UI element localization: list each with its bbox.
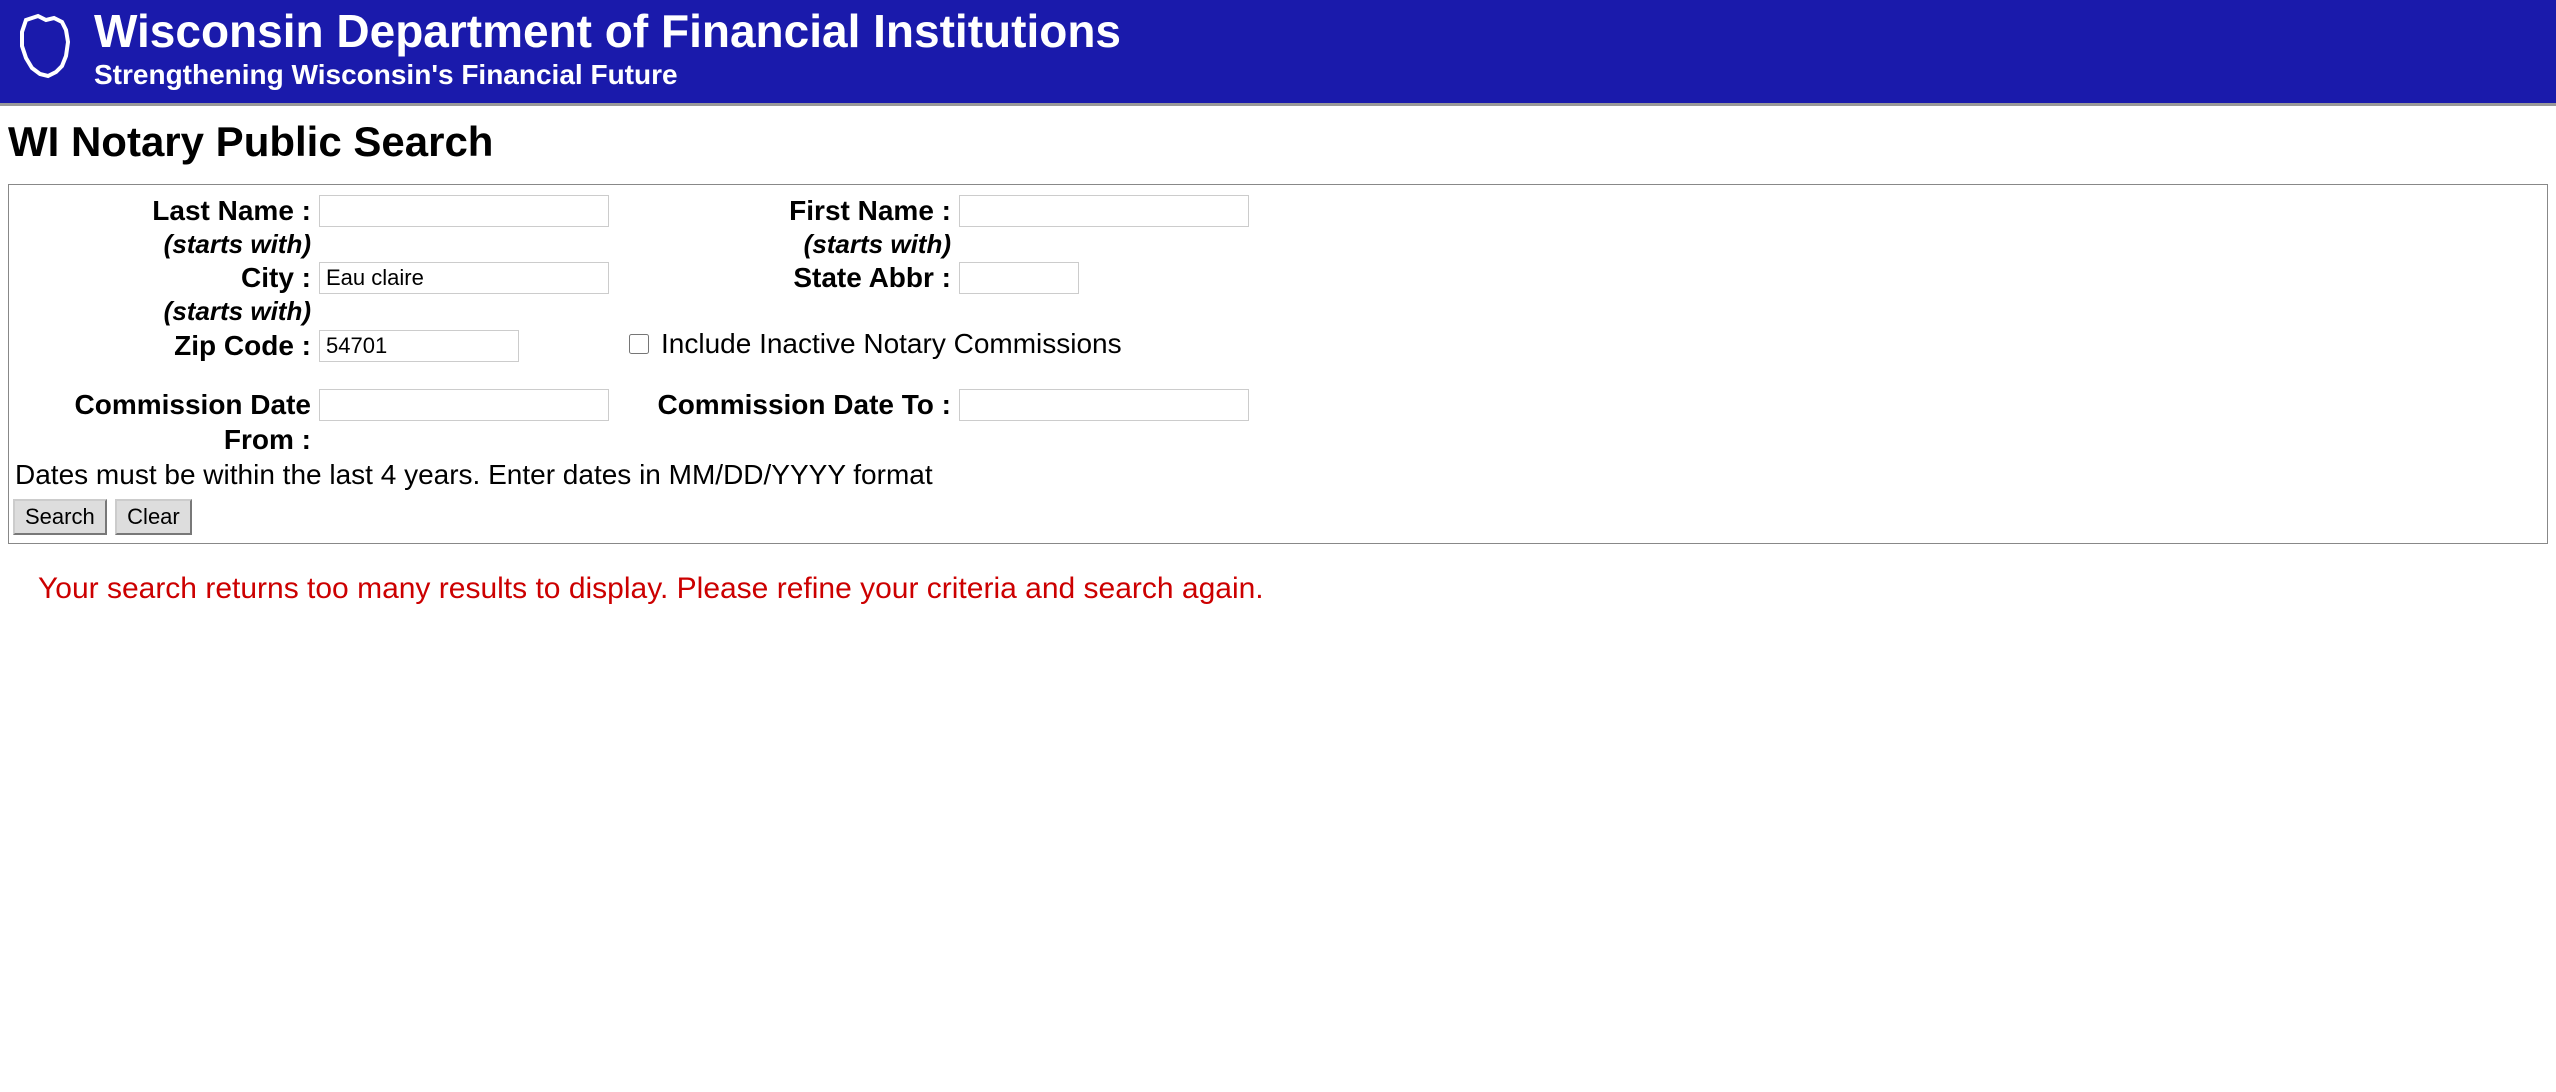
site-subtitle: Strengthening Wisconsin's Financial Futu… [94, 59, 1121, 91]
state-label: State Abbr : [619, 260, 959, 295]
city-label: City : (starts with) [9, 260, 319, 328]
include-inactive-label: Include Inactive Notary Commissions [661, 328, 1122, 360]
last-name-label: Last Name : (starts with) [9, 193, 319, 261]
page-title: WI Notary Public Search [8, 118, 2556, 166]
search-form: Last Name : (starts with) First Name : (… [8, 184, 2548, 544]
first-name-input[interactable] [959, 195, 1249, 227]
search-button[interactable]: Search [13, 499, 107, 535]
site-header: Wisconsin Department of Financial Instit… [0, 0, 2556, 106]
first-name-label: First Name : (starts with) [619, 193, 959, 261]
state-input[interactable] [959, 262, 1079, 294]
date-from-label: Commission Date From : [9, 387, 319, 457]
zip-input[interactable] [319, 330, 519, 362]
clear-button[interactable]: Clear [115, 499, 192, 535]
zip-label: Zip Code : [9, 328, 319, 363]
last-name-input[interactable] [319, 195, 609, 227]
wisconsin-state-icon [12, 12, 82, 82]
error-message: Your search returns too many results to … [38, 572, 2556, 606]
site-title: Wisconsin Department of Financial Instit… [94, 6, 1121, 57]
date-to-label: Commission Date To : [619, 387, 959, 422]
date-format-note: Dates must be within the last 4 years. E… [9, 457, 2547, 497]
city-input[interactable] [319, 262, 609, 294]
include-inactive-checkbox[interactable] [629, 334, 649, 354]
date-from-input[interactable] [319, 389, 609, 421]
date-to-input[interactable] [959, 389, 1249, 421]
